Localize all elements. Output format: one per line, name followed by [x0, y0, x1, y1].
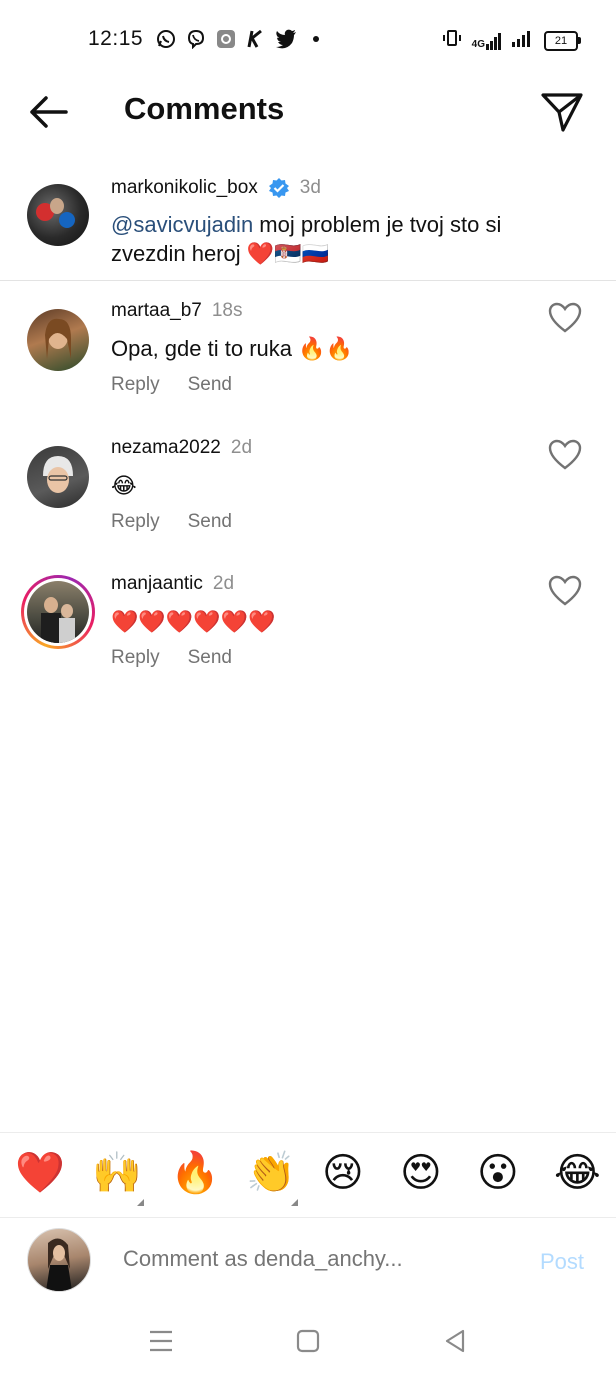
send-button[interactable]: Send — [188, 374, 232, 396]
comment-username[interactable]: martaa_b7 — [111, 300, 202, 322]
caption-username[interactable]: markonikolic_box — [111, 177, 258, 199]
reply-button[interactable]: Reply — [111, 374, 160, 396]
skin-tone-indicator-icon — [137, 1199, 144, 1206]
signal-4g-icon: 4G — [472, 32, 502, 50]
settings-app-icon — [215, 28, 237, 50]
avatar[interactable] — [27, 309, 89, 371]
system-navigation-bar — [0, 1306, 616, 1376]
comment-item: manjaantic 2d ❤️❤️❤️❤️❤️❤️ Reply Send — [0, 563, 616, 693]
signal-icon — [512, 29, 534, 52]
comment-input[interactable] — [123, 1246, 523, 1272]
back-arrow-icon[interactable] — [26, 92, 72, 132]
comment-item: martaa_b7 18s Opa, gde ti to ruka 🔥🔥 Rep… — [0, 290, 616, 420]
comment-actions: Reply Send — [111, 511, 232, 533]
comment-actions: Reply Send — [111, 374, 232, 396]
comment-item: nezama2022 2d 😂 Reply Send — [0, 427, 616, 557]
direct-send-icon[interactable] — [540, 90, 584, 134]
quick-emoji-bar: ❤️ 🙌 🔥 👏 😢 😍 😮 😂 — [0, 1132, 616, 1218]
emoji-heart-button[interactable]: ❤️ — [15, 1149, 65, 1197]
like-heart-icon[interactable] — [548, 302, 582, 334]
avatar[interactable] — [27, 184, 89, 246]
twitter-icon — [275, 28, 297, 50]
skin-tone-indicator-icon — [291, 1199, 298, 1206]
emoji-raising-hands-button[interactable]: 🙌 — [92, 1149, 142, 1197]
send-button[interactable]: Send — [188, 647, 232, 669]
battery-level: 21 — [554, 34, 568, 47]
emoji-laughing-button[interactable]: 😂 — [554, 1149, 601, 1197]
network-type: 4G — [471, 38, 485, 50]
comment-text: Opa, gde ti to ruka 🔥🔥 — [111, 336, 353, 361]
comment-time: 2d — [230, 437, 253, 458]
battery-icon: 21 — [544, 30, 581, 51]
like-heart-icon[interactable] — [548, 439, 582, 471]
story-ring-avatar[interactable] — [21, 575, 95, 649]
status-system-icons: 4G 21 — [442, 28, 581, 53]
avatar — [24, 578, 92, 646]
avatar[interactable] — [27, 446, 89, 508]
verified-badge-icon — [268, 177, 290, 199]
like-heart-icon[interactable] — [548, 575, 582, 607]
emoji-fire-button[interactable]: 🔥 — [170, 1149, 220, 1197]
home-icon[interactable] — [291, 1324, 325, 1358]
reply-button[interactable]: Reply — [111, 647, 160, 669]
whatsapp-icon — [155, 28, 177, 50]
vibrate-icon — [442, 28, 462, 53]
current-user-avatar — [27, 1228, 91, 1292]
send-button[interactable]: Send — [188, 511, 232, 533]
menu-icon[interactable] — [144, 1324, 178, 1358]
status-notification-icons — [155, 28, 327, 50]
post-caption: markonikolic_box 3d @savicvujadin moj pr… — [0, 162, 616, 281]
back-triangle-icon[interactable] — [438, 1324, 472, 1358]
caption-text: @savicvujadin moj problem je tvoj sto si… — [111, 210, 571, 268]
header: Comments — [0, 80, 616, 144]
emoji-crying-button[interactable]: 😢 — [322, 1149, 364, 1197]
emoji-clapping-button[interactable]: 👏 — [246, 1149, 296, 1197]
caption-time: 3d — [299, 177, 321, 198]
comment-actions: Reply Send — [111, 647, 232, 669]
mention-link[interactable]: @savicvujadin — [111, 212, 253, 237]
comment-composer: Post — [0, 1216, 616, 1306]
comment-username[interactable]: manjaantic — [111, 573, 203, 595]
comment-text: 😂 — [111, 473, 137, 498]
status-bar: 12:15 4G 21 — [0, 0, 616, 80]
emoji-surprised-button[interactable]: 😮 — [477, 1149, 519, 1197]
comment-time: 2d — [212, 573, 235, 594]
emoji-heart-eyes-button[interactable]: 😍 — [400, 1149, 442, 1197]
comment-text: ❤️❤️❤️❤️❤️❤️ — [111, 609, 276, 634]
viber-icon — [185, 28, 207, 50]
status-time: 12:15 — [88, 27, 144, 50]
reply-button[interactable]: Reply — [111, 511, 160, 533]
post-button[interactable]: Post — [540, 1249, 584, 1275]
dot-icon — [305, 28, 327, 50]
comment-time: 18s — [211, 300, 243, 321]
page-title: Comments — [124, 91, 285, 126]
k-app-icon — [245, 28, 267, 50]
comment-username[interactable]: nezama2022 — [111, 437, 221, 459]
